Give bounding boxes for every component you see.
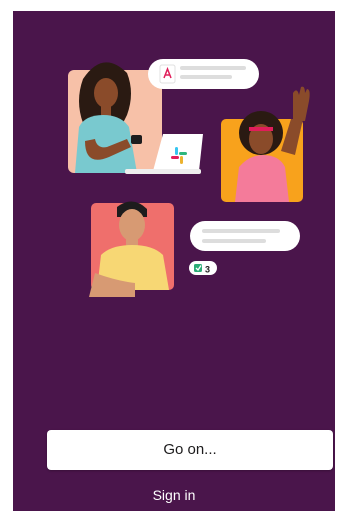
- sign-in-link[interactable]: Sign in: [13, 487, 335, 503]
- pdf-file-icon: [159, 64, 176, 84]
- woman-waving-card: [221, 86, 310, 202]
- reaction-count: 3: [205, 265, 210, 275]
- welcome-screen: 3 Go on... Sign in: [13, 11, 335, 511]
- file-message-bubble: [148, 59, 259, 89]
- man-card: [89, 201, 174, 297]
- reaction-badge: 3: [189, 261, 217, 275]
- onboarding-illustration: 3: [68, 59, 310, 297]
- chat-message-bubble: [190, 221, 300, 251]
- woman-with-laptop-card: [68, 62, 162, 173]
- go-on-button[interactable]: Go on...: [47, 430, 333, 470]
